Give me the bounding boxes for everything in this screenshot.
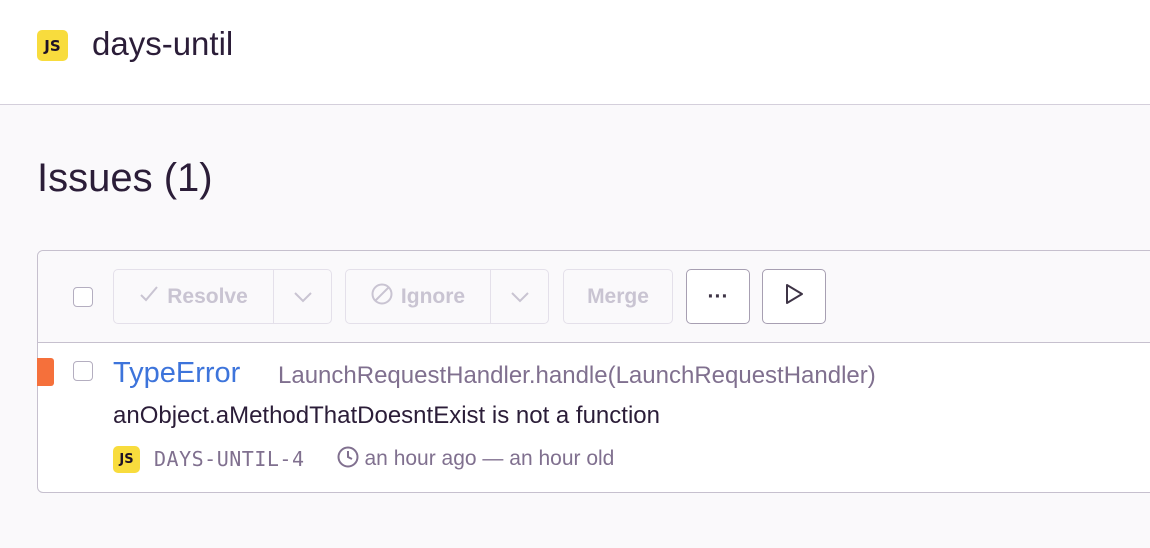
issue-culprit: LaunchRequestHandler.handle(LaunchReques… <box>278 362 876 389</box>
ignore-button[interactable]: Ignore <box>345 269 491 324</box>
issue-select-checkbox[interactable] <box>73 361 93 381</box>
merge-button[interactable]: Merge <box>563 269 673 324</box>
javascript-platform-icon: JS <box>37 30 68 61</box>
issue-time-text: an hour ago — an hour old <box>364 447 615 470</box>
prohibit-icon <box>371 283 393 311</box>
resolve-label: Resolve <box>167 284 248 308</box>
ignore-button-group: Ignore <box>345 269 549 324</box>
resolve-button-group: Resolve <box>113 269 332 324</box>
select-all-checkbox[interactable] <box>73 287 93 307</box>
issue-meta: JS DAYS-UNTIL-4 an hour ago — an hour ol… <box>113 444 614 474</box>
chevron-down-icon <box>293 285 313 309</box>
project-name[interactable]: days-until <box>92 25 233 63</box>
page-title: Issues (1) <box>37 156 213 200</box>
checkmark-icon <box>139 285 159 309</box>
resolve-dropdown-button[interactable] <box>274 269 332 324</box>
issue-short-id: DAYS-UNTIL-4 <box>154 447 305 471</box>
bulk-actions-toolbar: Resolve Ignore Merge ··· <box>38 251 1150 343</box>
more-actions-button[interactable]: ··· <box>686 269 750 324</box>
ignore-label: Ignore <box>400 284 466 308</box>
chevron-down-icon <box>510 285 530 309</box>
project-header: JS days-until <box>0 0 1150 105</box>
issue-message: anObject.aMethodThatDoesntExist is not a… <box>113 402 660 429</box>
ignore-dropdown-button[interactable] <box>491 269 549 324</box>
play-icon <box>784 283 804 311</box>
clock-icon <box>337 446 359 473</box>
issues-panel: Resolve Ignore Merge ··· TypeError Launc… <box>37 250 1150 493</box>
ellipsis-icon: ··· <box>707 284 729 308</box>
issue-time: an hour ago — an hour old <box>337 446 615 473</box>
realtime-toggle-button[interactable] <box>762 269 826 324</box>
issue-level-indicator <box>37 358 54 386</box>
issue-title-link[interactable]: TypeError <box>113 357 240 390</box>
javascript-platform-icon: JS <box>113 445 140 473</box>
resolve-button[interactable]: Resolve <box>113 269 274 324</box>
